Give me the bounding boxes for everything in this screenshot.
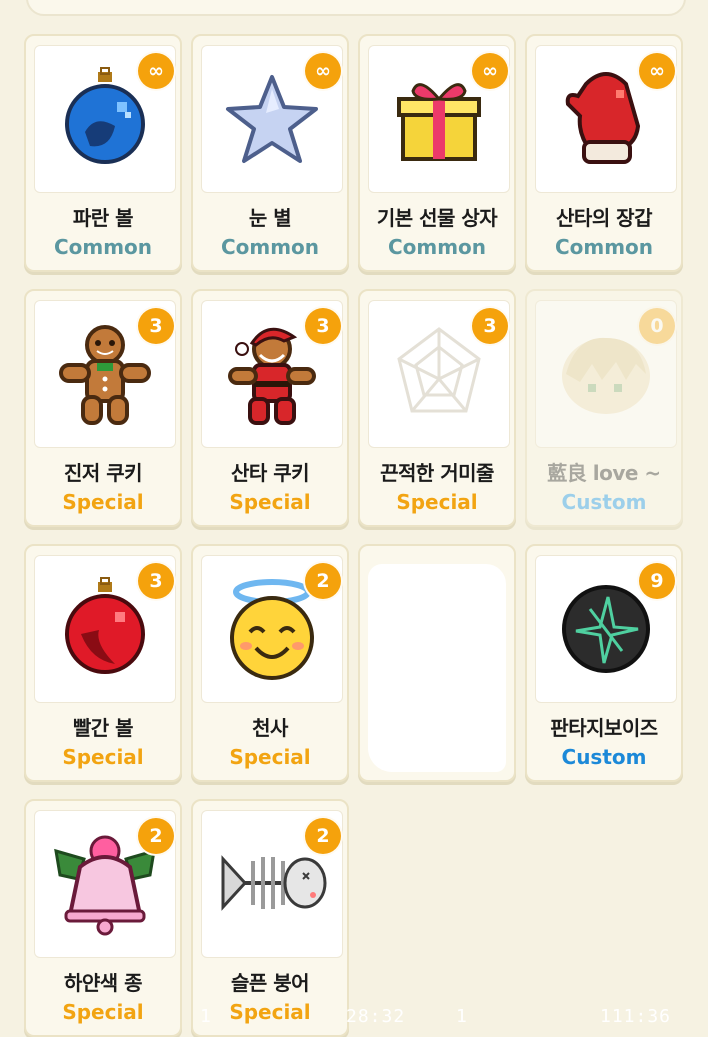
- count-badge: 3: [138, 563, 174, 599]
- item-card-fantasy-boys[interactable]: 9 판타지보이즈 Custom: [525, 544, 683, 782]
- rarity-label: Special: [229, 490, 311, 514]
- count-badge: 9: [639, 563, 675, 599]
- rarity-label: Custom: [561, 490, 647, 514]
- rarity-label: Special: [62, 490, 144, 514]
- gift-box-icon: [397, 83, 481, 161]
- rarity-label: Special: [62, 745, 144, 769]
- item-name: 끈적한 거미줄: [380, 461, 494, 485]
- item-card-custom-love[interactable]: 0 藍良 love ~ Custom: [525, 289, 683, 527]
- rarity-label: Special: [229, 745, 311, 769]
- rarity-label: Common: [220, 235, 320, 259]
- item-name: 빨간 볼: [72, 716, 134, 740]
- item-name: 산타 쿠키: [230, 461, 310, 485]
- item-card-gift-box[interactable]: ∞ 기본 선물 상자 Common: [358, 34, 516, 272]
- count-badge: 2: [305, 563, 341, 599]
- item-name: 천사: [252, 716, 288, 740]
- item-name: 산타의 장갑: [556, 206, 652, 230]
- custom-portrait-icon: [562, 337, 650, 414]
- item-name: 기본 선물 상자: [376, 206, 498, 230]
- item-card-red-ball[interactable]: 3 빨간 볼 Special: [24, 544, 182, 782]
- rarity-label: Common: [53, 235, 153, 259]
- count-badge: ∞: [305, 53, 341, 89]
- item-card-ginger-cookie[interactable]: 3 진저 쿠키 Special: [24, 289, 182, 527]
- item-name: 파란 볼: [72, 206, 134, 230]
- overlay-status-strip: 1 28:32 1 111:36: [150, 1006, 690, 1027]
- item-name: 藍良 love ~: [547, 461, 661, 485]
- count-badge: 3: [472, 308, 508, 344]
- rarity-label: Common: [387, 235, 487, 259]
- count-badge: 2: [305, 818, 341, 854]
- item-card-snow-star[interactable]: ∞ 눈 별 Common: [191, 34, 349, 272]
- item-card-white-bell[interactable]: 2 하얀색 종 Special: [24, 799, 182, 1037]
- item-card-sad-fish[interactable]: 2 슬픈 붕어 Special: [191, 799, 349, 1037]
- count-badge: 3: [138, 308, 174, 344]
- item-name: 슬픈 붕어: [230, 971, 310, 995]
- item-card-blue-ball[interactable]: ∞ 파란 볼 Common: [24, 34, 182, 272]
- rarity-label: Custom: [561, 745, 647, 769]
- snow-star-icon: [226, 75, 318, 163]
- count-badge: ∞: [472, 53, 508, 89]
- redaction-mask: [368, 564, 506, 772]
- count-badge: 2: [138, 818, 174, 854]
- rarity-label: Common: [554, 235, 654, 259]
- item-card-santa-cookie[interactable]: 3 산타 쿠키 Special: [191, 289, 349, 527]
- item-name: 진저 쿠키: [63, 461, 143, 485]
- item-card-redacted[interactable]: [358, 544, 516, 782]
- item-name: 눈 별: [248, 206, 292, 230]
- item-card-santa-mitten[interactable]: ∞ 산타의 장갑 Common: [525, 34, 683, 272]
- fantasy-boys-logo-icon: [562, 585, 650, 673]
- item-card-angel[interactable]: 2 천사 Special: [191, 544, 349, 782]
- count-badge: 0: [639, 308, 675, 344]
- fish-skeleton-icon: [221, 855, 327, 911]
- item-grid: ∞ 파란 볼 Common ∞ 눈 별 Common ∞ 기본 선물 상자 Co…: [24, 34, 686, 1037]
- item-card-spider-web[interactable]: 3 끈적한 거미줄 Special: [358, 289, 516, 527]
- top-panel-edge: [26, 0, 686, 16]
- rarity-label: Special: [396, 490, 478, 514]
- item-name: 판타지보이즈: [550, 716, 658, 740]
- count-badge: 3: [305, 308, 341, 344]
- item-name: 하얀색 종: [63, 971, 143, 995]
- count-badge: ∞: [639, 53, 675, 89]
- count-badge: ∞: [138, 53, 174, 89]
